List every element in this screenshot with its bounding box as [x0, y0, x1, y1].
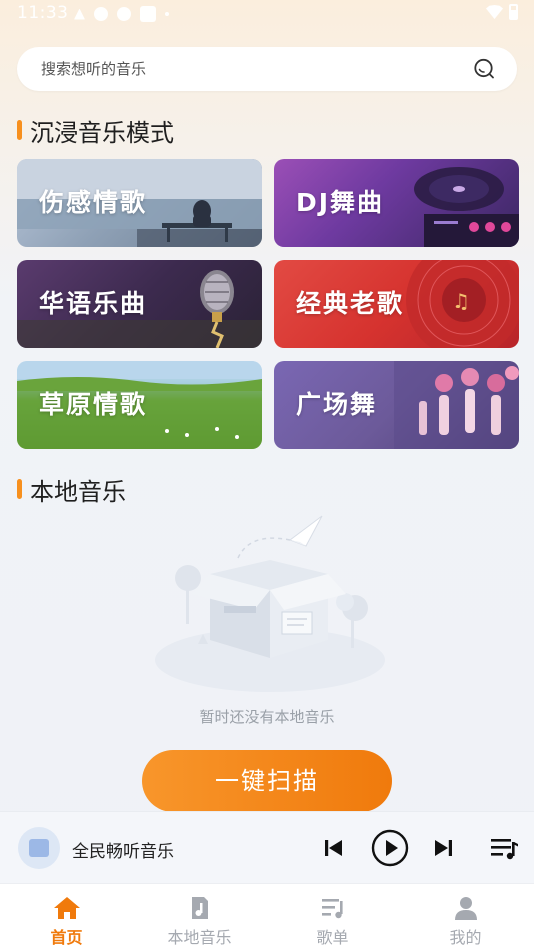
mode-tile-chinese-music[interactable]: 华语乐曲 — [17, 260, 262, 348]
mini-player[interactable]: 全民畅听音乐 — [0, 811, 534, 883]
more-dot-icon — [165, 12, 169, 16]
mode-tile-grassland-love-songs[interactable]: 草原情歌 — [17, 361, 262, 449]
user-icon — [455, 897, 477, 920]
app-notification-icon — [94, 7, 108, 21]
app-notification-icon — [140, 6, 156, 22]
next-track-icon[interactable] — [426, 830, 462, 866]
search-icon[interactable] — [473, 58, 495, 80]
status-bar: 11:33 — [0, 0, 534, 28]
section-title-immersive: 沉浸音乐模式 — [17, 116, 174, 147]
mode-label: 广场舞 — [296, 390, 378, 419]
battery-icon — [509, 4, 518, 20]
wifi-icon — [486, 5, 503, 19]
app-notification-icon — [117, 7, 131, 21]
tab-label: 本地音乐 — [167, 928, 232, 947]
mode-label: 草原情歌 — [39, 390, 148, 419]
one-click-scan-button[interactable]: 一键扫描 — [142, 750, 392, 812]
mode-tile-sad-love-songs[interactable]: 伤感情歌 — [17, 159, 262, 247]
mode-tile-square-dance[interactable]: 广场舞 — [274, 361, 519, 449]
playlist-queue-icon[interactable] — [486, 830, 522, 866]
tab-playlist[interactable]: 歌单 — [266, 884, 399, 950]
section-marker — [17, 120, 22, 140]
tab-label: 首页 — [50, 928, 83, 947]
svg-text:♫: ♫ — [452, 289, 470, 313]
album-cover[interactable] — [18, 827, 60, 869]
status-system-icons — [486, 4, 518, 20]
section-title-text: 本地音乐 — [30, 477, 126, 506]
mode-label: 经典老歌 — [296, 289, 405, 318]
status-time: 11:33 — [17, 3, 69, 23]
notification-icon — [74, 8, 85, 20]
mode-label: 伤感情歌 — [39, 188, 148, 217]
status-notification-icons — [74, 6, 169, 22]
music-note-icon — [29, 839, 49, 857]
mode-tile-classic-oldies[interactable]: ♫ 经典老歌 — [274, 260, 519, 348]
tab-local-music[interactable]: 本地音乐 — [133, 884, 266, 950]
mode-label: DJ舞曲 — [296, 188, 385, 217]
mode-label: 华语乐曲 — [39, 289, 148, 318]
section-marker — [17, 479, 22, 499]
play-button[interactable] — [370, 828, 410, 868]
search-bar[interactable] — [17, 47, 517, 91]
section-title-local: 本地音乐 — [17, 475, 126, 506]
playlist-icon — [322, 899, 343, 919]
music-file-icon — [192, 897, 208, 919]
bottom-tab-bar: 首页 本地音乐 歌单 我的 — [0, 883, 534, 950]
previous-track-icon[interactable] — [315, 830, 351, 866]
empty-box-illustration — [155, 515, 385, 692]
tab-home[interactable]: 首页 — [0, 884, 133, 950]
search-input[interactable] — [41, 47, 461, 91]
tab-label: 歌单 — [316, 928, 349, 947]
section-title-text: 沉浸音乐模式 — [30, 118, 174, 147]
tab-label: 我的 — [449, 928, 482, 947]
home-icon — [54, 897, 80, 919]
player-track-title: 全民畅听音乐 — [72, 842, 174, 862]
empty-state-text: 暂时还没有本地音乐 — [199, 708, 335, 726]
tab-mine[interactable]: 我的 — [399, 884, 532, 950]
mode-tile-dj-dance[interactable]: DJ舞曲 — [274, 159, 519, 247]
